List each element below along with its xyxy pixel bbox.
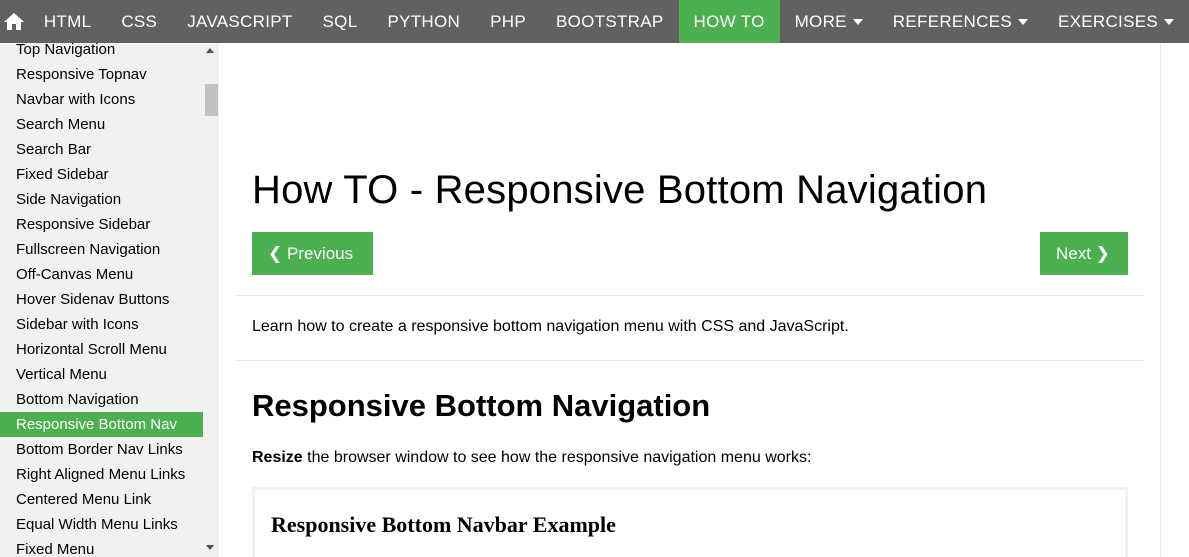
sidebar-item-navbar-with-icons[interactable]: Navbar with Icons	[0, 87, 203, 112]
sidebar-item-search-bar[interactable]: Search Bar	[0, 137, 203, 162]
intro-text: Learn how to create a responsive bottom …	[252, 318, 849, 335]
topnav-how-to[interactable]: HOW TO	[678, 0, 780, 43]
divider	[236, 295, 1144, 296]
sidebar-item-responsive-bottom-nav[interactable]: Responsive Bottom Nav	[0, 412, 203, 437]
sidebar-scrollbar[interactable]	[203, 43, 219, 557]
topnav-sql[interactable]: SQL	[308, 0, 373, 43]
resize-instruction: Resize the browser window to see how the…	[252, 449, 811, 467]
sidebar-item-vertical-menu[interactable]: Vertical Menu	[0, 362, 203, 387]
divider	[236, 360, 1144, 361]
sidebar-item-top-navigation[interactable]: Top Navigation	[0, 43, 203, 62]
topnav-more[interactable]: MORE	[780, 0, 878, 43]
sidebar-item-fixed-menu[interactable]: Fixed Menu	[0, 537, 203, 557]
sidebar-item-search-menu[interactable]: Search Menu	[0, 112, 203, 137]
sidebar-item-horizontal-scroll-menu[interactable]: Horizontal Scroll Menu	[0, 337, 203, 362]
sidebar-item-bottom-navigation[interactable]: Bottom Navigation	[0, 387, 203, 412]
sidebar-scrollbar-thumb[interactable]	[205, 84, 218, 116]
sidebar-item-bottom-border-nav-links[interactable]: Bottom Border Nav Links	[0, 437, 203, 462]
caret-down-icon	[1164, 18, 1174, 25]
resize-rest: the browser window to see how the respon…	[302, 449, 812, 466]
topnav-php[interactable]: PHP	[475, 0, 541, 43]
page-title: How TO - Responsive Bottom Navigation	[252, 168, 988, 212]
sidebar-item-fullscreen-navigation[interactable]: Fullscreen Navigation	[0, 237, 203, 262]
top-navigation-bar: HTML CSS JAVASCRIPT SQL PYTHON PHP BOOTS…	[0, 0, 1189, 43]
previous-button[interactable]: ❮ Previous	[252, 232, 373, 275]
resize-bold: Resize	[252, 449, 303, 466]
sidebar-item-centered-menu-link[interactable]: Centered Menu Link	[0, 487, 203, 512]
topnav-references-label: REFERENCES	[892, 11, 1012, 31]
main-content: How TO - Responsive Bottom Navigation ❮ …	[219, 43, 1160, 557]
topnav-exercises-label: EXERCISES	[1057, 11, 1158, 31]
sidebar: Top Navigation Responsive Topnav Navbar …	[0, 43, 219, 557]
next-button[interactable]: Next ❯	[1040, 232, 1128, 275]
sidebar-item-fixed-sidebar[interactable]: Fixed Sidebar	[0, 162, 203, 187]
topnav-css[interactable]: CSS	[106, 0, 172, 43]
sidebar-list: Top Navigation Responsive Topnav Navbar …	[0, 43, 203, 557]
home-link[interactable]	[0, 0, 29, 43]
home-icon	[4, 13, 25, 30]
sidebar-item-responsive-sidebar[interactable]: Responsive Sidebar	[0, 212, 203, 237]
caret-down-icon	[1017, 18, 1028, 25]
example-box: Responsive Bottom Navbar Example	[252, 487, 1128, 557]
caret-down-icon	[852, 18, 863, 25]
section-title: Responsive Bottom Navigation	[252, 388, 711, 423]
topnav-references[interactable]: REFERENCES	[878, 0, 1043, 43]
example-title: Responsive Bottom Navbar Example	[271, 512, 616, 537]
sidebar-item-off-canvas-menu[interactable]: Off-Canvas Menu	[0, 262, 203, 287]
sidebar-item-sidebar-with-icons[interactable]: Sidebar with Icons	[0, 312, 203, 337]
topnav-javascript[interactable]: JAVASCRIPT	[172, 0, 307, 43]
topnav-html[interactable]: HTML	[29, 0, 106, 43]
scroll-up-arrow-icon[interactable]	[206, 48, 214, 53]
topnav-exercises[interactable]: EXERCISES	[1043, 0, 1189, 43]
topnav-bootstrap[interactable]: BOOTSTRAP	[541, 0, 679, 43]
sidebar-item-right-aligned-menu-links[interactable]: Right Aligned Menu Links	[0, 462, 203, 487]
topnav-python[interactable]: PYTHON	[372, 0, 475, 43]
right-gutter	[1160, 43, 1189, 557]
sidebar-item-side-navigation[interactable]: Side Navigation	[0, 187, 203, 212]
sidebar-item-hover-sidenav-buttons[interactable]: Hover Sidenav Buttons	[0, 287, 203, 312]
sidebar-item-responsive-topnav[interactable]: Responsive Topnav	[0, 62, 203, 87]
topnav-more-label: MORE	[794, 11, 847, 31]
sidebar-item-equal-width-menu-links[interactable]: Equal Width Menu Links	[0, 512, 203, 537]
scroll-down-arrow-icon[interactable]	[206, 545, 214, 550]
